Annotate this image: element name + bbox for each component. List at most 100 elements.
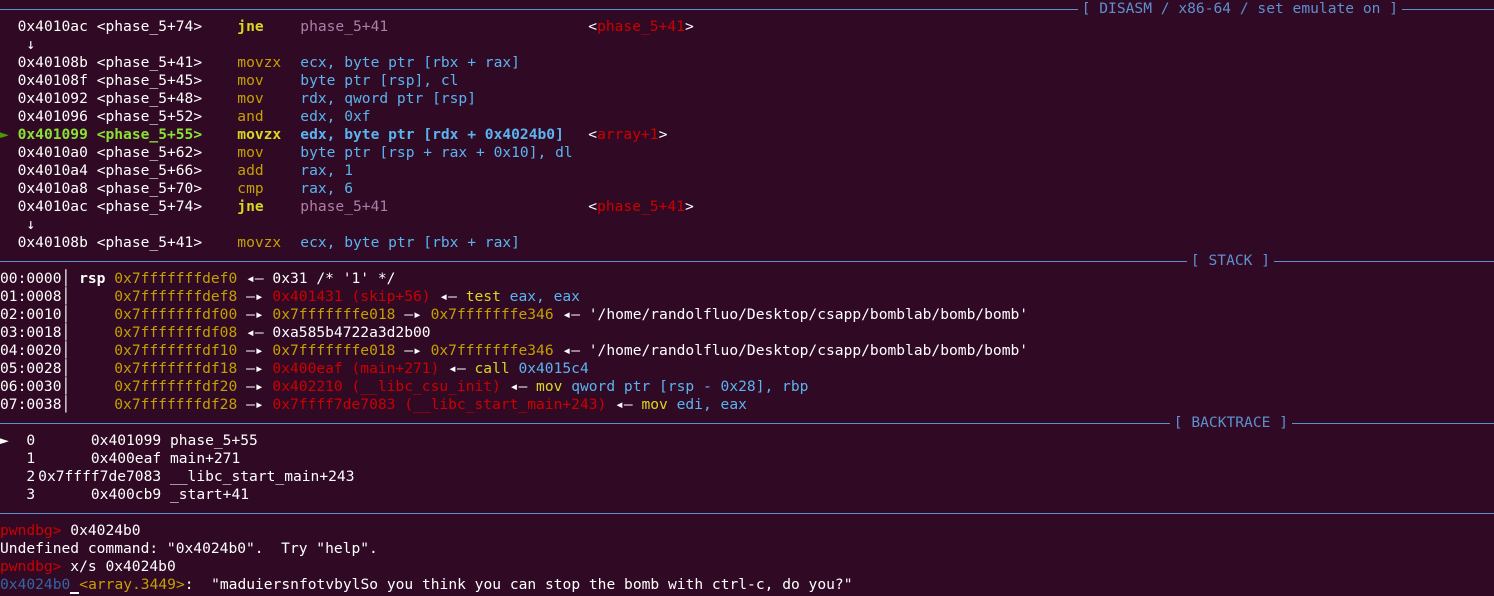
disasm-line: 0x4010ac <phase_5+74> jne phase_5+41 <phas… — [17, 18, 694, 35]
stack-row: 04:0020│ 0x7fffffffdf10 —▸ 0x7fffffffe01… — [0, 342, 1029, 359]
instruction-symbol: <phase_5+41> — [96, 54, 203, 71]
stack-address: 0x7fffffffdef8 — [114, 288, 238, 305]
instruction-address: 0x4010a8 — [17, 180, 88, 197]
jump-target: phase_5+41 — [597, 18, 685, 35]
stack-index: 04:0020 — [0, 342, 62, 359]
frame-symbol: main+271 — [169, 450, 241, 467]
cursor — [70, 576, 80, 594]
stack-value: ◂— 0x31 /* '1' */ — [246, 270, 396, 287]
frame-symbol: phase_5+55 — [169, 432, 258, 449]
disasm-line: 0x4010a0 <phase_5+62> mov byte ptr [rsp +… — [0, 144, 1494, 162]
frame-address: 0x401099 — [90, 432, 162, 449]
instruction-address: 0x4010a0 — [17, 144, 88, 161]
output-address: 0x4024b0 — [0, 576, 71, 593]
mnemonic: jne — [237, 18, 264, 35]
stack-pointer: 0x7fffffffe018 — [272, 342, 396, 359]
prompt: pwndbg> — [0, 558, 62, 575]
operands: phase_5+41 — [300, 198, 389, 215]
instruction-symbol: <phase_5+45> — [96, 72, 203, 89]
disasm-line: 0x401096 <phase_5+52> and edx, 0xf — [0, 108, 1494, 126]
stack-value: ◂— call 0x4015c4 — [448, 360, 589, 377]
operands: ecx, byte ptr [rbx + rax] — [300, 234, 520, 251]
down-arrow-icon: ↓ — [26, 216, 36, 233]
instruction-address: 0x4010ac — [17, 18, 88, 35]
stack-address: 0x7fffffffdf10 — [114, 342, 238, 359]
instruction-symbol: <phase_5+52> — [96, 108, 203, 125]
mnemonic: add — [237, 162, 264, 179]
frame-number: 3 — [26, 486, 36, 503]
stack-separator: [ STACK ] — [0, 252, 1494, 270]
instruction-symbol: <phase_5+74> — [96, 198, 203, 215]
backtrace-frame: ► 0 0x401099 phase_5+55 — [0, 432, 1494, 450]
stack-pointer: 0x7fffffffe346 — [430, 306, 554, 323]
stack-row: 00:0000│ rsp 0x7fffffffdef0 ◂— 0x31 /* '… — [0, 270, 396, 287]
stack-row: 01:0008│ 0x7fffffffdef8 —▸ 0x401431 (ski… — [0, 288, 580, 305]
terminal[interactable]: [ DISASM / x86-64 / set emulate on ] 0x4… — [0, 0, 1494, 596]
stack-pointer: 0x402210 (__libc_csu_init) — [272, 378, 501, 395]
stack-pointer: 0x7fffffffe018 — [272, 306, 396, 323]
backtrace-separator: [ BACKTRACE ] — [0, 414, 1494, 432]
frame-number: 2 — [26, 468, 36, 485]
output-string: : "maduiersnfotvbylSo you think you can … — [184, 576, 853, 593]
prompt: pwndbg> — [0, 522, 62, 539]
operands: edx, 0xf — [300, 108, 371, 125]
stack-row: 02:0010│ 0x7fffffffdf00 —▸ 0x7fffffffe01… — [0, 306, 1029, 323]
instruction-address: 0x401092 — [17, 90, 88, 107]
stack-value: ◂— '/home/randolfluo/Desktop/csapp/bombl… — [562, 342, 1029, 359]
current-instruction-marker-icon: ► — [0, 126, 9, 143]
stack-value: ◂— mov qword ptr [rsp - 0x28], rbp — [509, 378, 809, 395]
stack-value: ◂— 0xa585b4722a3d2b00 — [246, 324, 431, 341]
console-line: pwndbg> x/s 0x4024b0 — [0, 558, 1494, 576]
output-symbol: <array.3449> — [79, 576, 185, 593]
disasm-line: ► 0x401099 <phase_5+55> movzx edx, byte p… — [0, 126, 668, 143]
mnemonic: movzx — [237, 54, 282, 71]
mnemonic: mov — [237, 144, 264, 161]
stack-address: 0x7fffffffdf00 — [114, 306, 238, 323]
instruction-symbol: <phase_5+55> — [96, 126, 203, 143]
operands: edx, byte ptr [rdx + 0x4024b0] — [300, 126, 564, 143]
console-line[interactable]: 0x4024b0 <array.3449>: "maduiersnfotvbylS… — [0, 576, 1494, 594]
stack-pointer: 0x7fffffffe346 — [430, 342, 554, 359]
stack-pointer: 0x400eaf (main+271) — [272, 360, 440, 377]
frame-symbol: _start+41 — [169, 486, 250, 503]
stack-address: 0x7fffffffdf28 — [114, 396, 238, 413]
operands: byte ptr [rsp], cl — [300, 72, 459, 89]
instruction-address: 0x4010a4 — [17, 162, 88, 179]
instruction-symbol: <phase_5+66> — [96, 162, 203, 179]
instruction-symbol: <phase_5+70> — [96, 180, 203, 197]
disasm-line: 0x401092 <phase_5+48> mov rdx, qword ptr … — [0, 90, 1494, 108]
operands: ecx, byte ptr [rbx + rax] — [300, 54, 520, 71]
stack-address: 0x7fffffffdef0 — [114, 270, 238, 287]
mnemonic: mov — [237, 90, 264, 107]
operands: rax, 6 — [300, 180, 353, 197]
mnemonic: and — [237, 108, 264, 125]
instruction-address: 0x401099 — [17, 126, 88, 143]
down-arrow-icon: ↓ — [26, 36, 36, 53]
instruction-address: 0x40108b — [17, 54, 88, 71]
instruction-symbol: <phase_5+48> — [96, 90, 203, 107]
stack-value: ◂— '/home/randolfluo/Desktop/csapp/bombl… — [562, 306, 1029, 323]
mnemonic: cmp — [237, 180, 264, 197]
disasm-separator: [ DISASM / x86-64 / set emulate on ] — [0, 0, 1494, 18]
backtrace-header: [ BACKTRACE ] — [1169, 414, 1292, 432]
console-separator — [0, 504, 1494, 522]
operands: byte ptr [rsp + rax + 0x10], dl — [300, 144, 573, 161]
frame-address: 0x7ffff7de7083 — [38, 468, 162, 485]
stack-index: 00:0000 — [0, 270, 62, 287]
stack-pointer: 0x7ffff7de7083 (__libc_start_main+243) — [272, 396, 607, 413]
operands: rdx, qword ptr [rsp] — [300, 90, 477, 107]
stack-index: 05:0028 — [0, 360, 62, 377]
mnemonic: movzx — [237, 234, 282, 251]
stack-index: 06:0030 — [0, 378, 62, 395]
frame-number: 0 — [26, 432, 36, 449]
instruction-address: 0x401096 — [17, 108, 88, 125]
stack-value: ◂— test eax, eax — [439, 288, 580, 305]
backtrace-frame: 2 0x7ffff7de7083 __libc_start_main+243 — [0, 468, 1494, 486]
instruction-address: 0x4010ac — [17, 198, 88, 215]
stack-pointer: 0x401431 (skip+56) — [272, 288, 431, 305]
instruction-symbol: <phase_5+74> — [96, 18, 203, 35]
backtrace-frame: 1 0x400eaf main+271 — [0, 450, 1494, 468]
stack-index: 03:0018 — [0, 324, 62, 341]
frame-symbol: __libc_start_main+243 — [169, 468, 355, 485]
command-text: 0x4024b0 — [61, 522, 141, 539]
